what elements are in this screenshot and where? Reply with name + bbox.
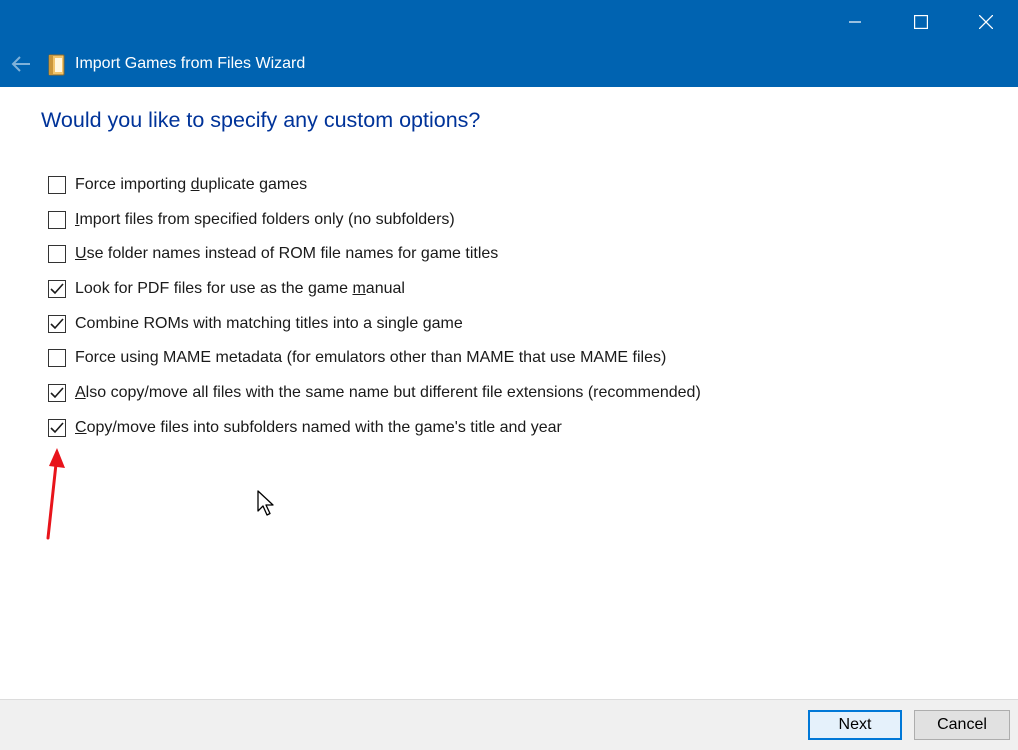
checkmark-icon [50, 283, 64, 295]
close-button[interactable] [963, 0, 1009, 44]
annotation-arrow-icon [46, 448, 65, 540]
option-force-duplicate[interactable]: Force importing duplicate games [48, 172, 307, 198]
back-button[interactable] [8, 52, 34, 76]
checkbox-unchecked[interactable] [48, 245, 66, 263]
minimize-button[interactable] [832, 0, 878, 44]
option-subfolders-title-year[interactable]: Copy/move files into subfolders named wi… [48, 415, 562, 441]
checkbox-unchecked[interactable] [48, 349, 66, 367]
close-icon [979, 15, 993, 29]
page-heading: Would you like to specify any custom opt… [41, 108, 481, 132]
option-label: Look for PDF files for use as the game m… [75, 280, 405, 297]
checkmark-icon [50, 387, 64, 399]
option-copy-same-name[interactable]: Also copy/move all files with the same n… [48, 380, 701, 406]
maximize-button[interactable] [898, 0, 944, 44]
option-label: Force importing duplicate games [75, 176, 308, 193]
cancel-button[interactable]: Cancel [914, 710, 1010, 740]
checkbox-unchecked[interactable] [48, 211, 66, 229]
option-combine-roms[interactable]: Combine ROMs with matching titles into a… [48, 311, 463, 337]
option-label: Also copy/move all files with the same n… [75, 384, 701, 401]
option-label: Force using MAME metadata (for emulators… [75, 349, 667, 366]
checkbox-checked[interactable] [48, 280, 66, 298]
wizard-footer: Next Cancel [0, 699, 1018, 750]
checkmark-icon [50, 422, 64, 434]
option-label: Copy/move files into subfolders named wi… [75, 419, 562, 436]
option-label: Combine ROMs with matching titles into a… [75, 315, 463, 332]
checkbox-checked[interactable] [48, 384, 66, 402]
checkbox-checked[interactable] [48, 315, 66, 333]
window-title: Import Games from Files Wizard [75, 55, 306, 72]
maximize-icon [914, 15, 928, 29]
checkbox-unchecked[interactable] [48, 176, 66, 194]
title-bar: Import Games from Files Wizard [0, 0, 1018, 87]
option-no-subfolders[interactable]: Import files from specified folders only… [48, 207, 455, 233]
option-label: Use folder names instead of ROM file nam… [75, 245, 499, 262]
option-folder-names[interactable]: Use folder names instead of ROM file nam… [48, 241, 498, 267]
checkmark-icon [50, 318, 64, 330]
checkbox-checked[interactable] [48, 419, 66, 437]
mouse-cursor-icon [257, 490, 274, 516]
next-button[interactable]: Next [808, 710, 902, 740]
option-mame-metadata[interactable]: Force using MAME metadata (for emulators… [48, 345, 666, 371]
option-pdf-manual[interactable]: Look for PDF files for use as the game m… [48, 276, 405, 302]
wizard-book-icon [48, 54, 66, 76]
back-arrow-icon [11, 56, 30, 72]
option-label: Import files from specified folders only… [75, 211, 455, 228]
minimize-icon [849, 21, 861, 23]
